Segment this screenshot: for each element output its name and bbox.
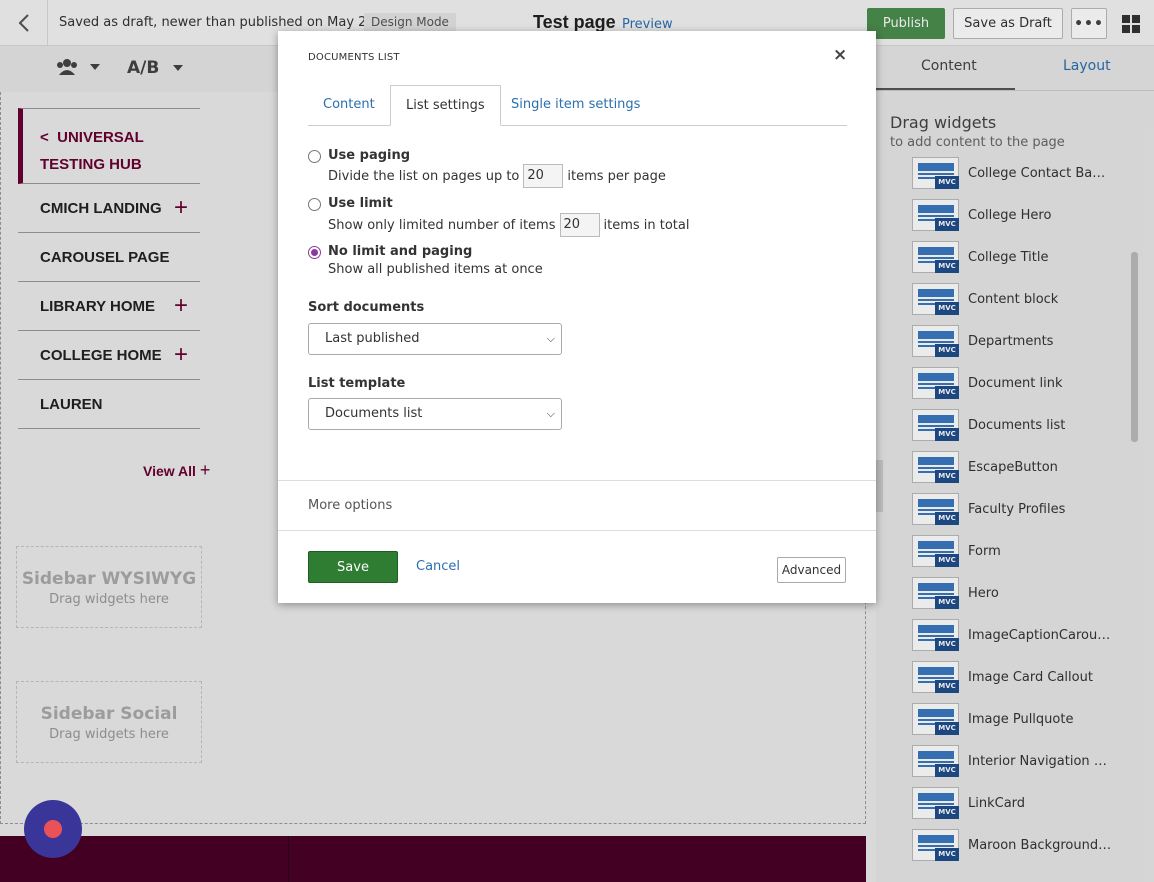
sort-documents-label: Sort documents: [308, 300, 425, 315]
paging-desc-before: Divide the list on pages up to: [328, 168, 520, 184]
documents-list-dialog: DOCUMENTS LIST × Content List settings S…: [278, 31, 876, 603]
close-icon[interactable]: ×: [833, 45, 847, 65]
no-limit-label: No limit and paging: [328, 244, 473, 259]
use-limit-label: Use limit: [328, 196, 393, 211]
paging-description: Divide the list on pages up to 20 items …: [328, 164, 666, 188]
template-selected-value: Documents list: [325, 406, 423, 421]
tab-single-item-settings[interactable]: Single item settings: [496, 85, 655, 126]
use-limit-option[interactable]: Use limit: [308, 196, 393, 211]
limit-description: Show only limited number of items 20 ite…: [328, 213, 690, 237]
no-limit-description: Show all published items at once: [328, 262, 543, 277]
list-template-label: List template: [308, 376, 406, 391]
use-paging-label: Use paging: [328, 148, 411, 163]
paging-desc-after: items per page: [567, 168, 666, 184]
sort-documents-select[interactable]: Last published ⌵: [308, 323, 562, 355]
dialog-title: DOCUMENTS LIST: [308, 52, 400, 63]
items-per-page-input[interactable]: 20: [523, 164, 564, 188]
tab-content[interactable]: Content: [308, 85, 390, 126]
use-paging-radio[interactable]: [308, 150, 321, 163]
save-button[interactable]: Save: [308, 551, 398, 583]
no-limit-option[interactable]: No limit and paging: [308, 244, 472, 259]
chevron-down-icon: ⌵: [546, 407, 555, 420]
limit-desc-after: items in total: [603, 217, 690, 233]
advanced-button[interactable]: Advanced: [777, 557, 846, 583]
items-limit-input[interactable]: 20: [559, 213, 600, 237]
use-paging-option[interactable]: Use paging: [308, 148, 410, 163]
limit-desc-before: Show only limited number of items: [328, 217, 556, 233]
no-limit-radio[interactable]: [308, 246, 321, 259]
divider: [278, 480, 876, 481]
list-template-select[interactable]: Documents list ⌵: [308, 398, 562, 430]
chevron-down-icon: ⌵: [546, 332, 555, 345]
use-limit-radio[interactable]: [308, 198, 321, 211]
divider: [278, 530, 876, 531]
tab-list-settings[interactable]: List settings: [390, 85, 501, 126]
cancel-button[interactable]: Cancel: [416, 559, 460, 574]
more-options-toggle[interactable]: More options: [308, 498, 392, 513]
sort-selected-value: Last published: [325, 331, 420, 346]
dialog-tabs: Content List settings Single item settin…: [308, 85, 847, 126]
